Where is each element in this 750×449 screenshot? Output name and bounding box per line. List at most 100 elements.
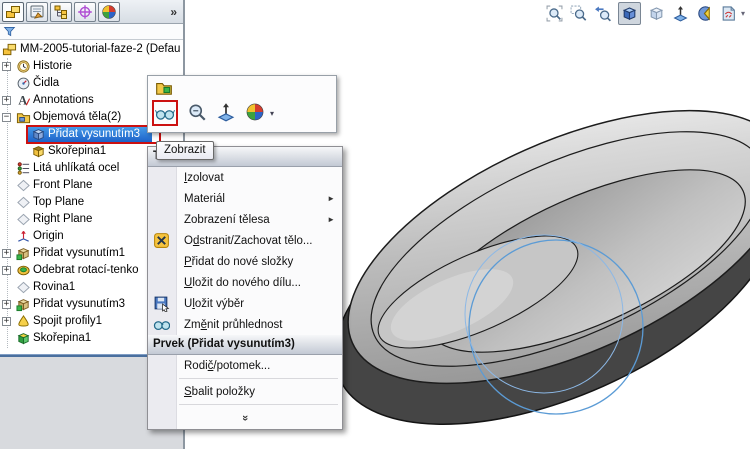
tree-item-label: Top Plane bbox=[33, 196, 85, 208]
menu-item[interactable]: Sbalit položky bbox=[148, 381, 342, 402]
menu-expand-chevron[interactable]: » bbox=[148, 407, 342, 429]
menu-item[interactable]: Odstranit/Zachovat tělo... bbox=[148, 230, 342, 251]
colorball-icon bbox=[245, 102, 265, 122]
tree-item-label: MM-2005-tutorial-faze-2 (Defau bbox=[20, 43, 181, 55]
menu-item-label: Přidat do nové složky bbox=[184, 255, 294, 268]
view-cube-icon bbox=[621, 5, 638, 22]
tree-item-label: Přidat vysunutím1 bbox=[33, 247, 126, 259]
normal-arrow-icon bbox=[216, 102, 236, 122]
menu-item[interactable]: Uložit výběr bbox=[148, 293, 342, 314]
zoom-to-area-button[interactable] bbox=[570, 5, 587, 22]
displaymanager-tab[interactable] bbox=[98, 1, 120, 22]
menu-item-label: Sbalit položky bbox=[184, 385, 255, 398]
menu-item-label: Změnit průhlednost bbox=[184, 318, 283, 331]
origin-icon bbox=[16, 229, 31, 244]
tree-item-label: Odebrat rotací-tenko bbox=[33, 264, 139, 276]
red-highlight-box bbox=[26, 125, 161, 144]
tooltip: Zobrazit bbox=[156, 141, 214, 160]
zoom-to-fit-button[interactable] bbox=[546, 5, 563, 22]
menu-item-label: Odstranit/Zachovat tělo... bbox=[184, 234, 313, 247]
menu-item[interactable]: Uložit do nového dílu... bbox=[148, 272, 342, 293]
chevron-double-down-icon: » bbox=[239, 414, 251, 422]
configurationmanager-icon bbox=[53, 4, 69, 20]
menu-item[interactable]: Materiál ► bbox=[148, 188, 342, 209]
menu-item-label: Rodič/potomek... bbox=[184, 359, 271, 372]
part-tab-icon bbox=[5, 4, 21, 20]
boss-extrude-icon bbox=[16, 246, 31, 261]
appearances-button[interactable] bbox=[245, 102, 265, 125]
zoom-to-selection-button[interactable] bbox=[187, 102, 207, 125]
menu-item[interactable]: Zobrazení tělesa ► bbox=[148, 209, 342, 230]
expand-icon[interactable]: + bbox=[2, 300, 11, 309]
material-icon bbox=[16, 161, 31, 176]
featuremanager-tab[interactable] bbox=[2, 1, 24, 22]
propertymanager-tab[interactable] bbox=[26, 1, 48, 22]
toolbar-caret[interactable]: ▾ bbox=[741, 9, 749, 18]
plane-icon bbox=[16, 280, 31, 295]
expand-icon[interactable]: + bbox=[2, 317, 11, 326]
menu-item-label: Zobrazení tělesa bbox=[184, 213, 270, 226]
menu-item-label: Izolovat bbox=[184, 171, 224, 184]
submenu-arrow-icon: ► bbox=[327, 215, 335, 224]
tree-root-item[interactable]: MM-2005-tutorial-faze-2 (Defau bbox=[0, 41, 183, 58]
add-folder-icon bbox=[155, 79, 173, 97]
chevron-down-icon[interactable]: ▾ bbox=[270, 109, 274, 118]
tree-item-label: Objemová těla(2) bbox=[33, 111, 122, 123]
tabbar-overflow-button[interactable]: » bbox=[170, 5, 177, 19]
view-orientation-button[interactable] bbox=[618, 2, 641, 25]
glasses-icon bbox=[155, 103, 175, 123]
history-icon bbox=[16, 59, 31, 74]
menu-separator bbox=[179, 404, 338, 405]
plane-icon bbox=[16, 178, 31, 193]
expand-icon[interactable]: + bbox=[2, 62, 11, 71]
submenu-arrow-icon: ► bbox=[327, 194, 335, 203]
menu-item[interactable]: Přidat do nové složky bbox=[148, 251, 342, 272]
menu-item[interactable]: Izolovat bbox=[148, 167, 342, 188]
menu-item-label: Uložit do nového dílu... bbox=[184, 276, 301, 289]
sensors-icon bbox=[16, 76, 31, 91]
tree-item-label: Historie bbox=[33, 60, 72, 72]
filter-icon bbox=[3, 25, 16, 38]
tree-filter-bar[interactable] bbox=[0, 24, 183, 40]
normal-to-button[interactable] bbox=[216, 102, 236, 125]
configurationmanager-tab[interactable] bbox=[50, 1, 72, 22]
tree-item-label: Skořepina1 bbox=[48, 145, 107, 157]
save-selection-icon bbox=[153, 295, 170, 312]
collapse-icon[interactable]: − bbox=[2, 113, 11, 122]
normal-arrow-icon bbox=[672, 5, 689, 22]
display-style-button[interactable] bbox=[648, 5, 665, 22]
zoom-area-icon bbox=[570, 5, 587, 22]
hide-show-items-button[interactable] bbox=[720, 5, 737, 22]
expand-icon[interactable]: + bbox=[2, 266, 11, 275]
tree-item[interactable]: + Historie bbox=[0, 58, 183, 75]
featuremanager-tabbar: » bbox=[0, 0, 183, 24]
tree-item-label: Čidla bbox=[33, 77, 60, 89]
dimxpert-tab[interactable] bbox=[74, 1, 96, 22]
view-settings-button[interactable] bbox=[672, 5, 689, 22]
shell-yellow-icon bbox=[31, 144, 46, 159]
context-menu: TěloIzolovatMateriál►Zobrazení tělesa►Od… bbox=[147, 146, 343, 430]
heads-up-view-toolbar: ▾ bbox=[546, 2, 749, 25]
expand-icon[interactable]: + bbox=[2, 96, 11, 105]
display-style-icon bbox=[648, 5, 665, 22]
displaymanager-icon bbox=[101, 4, 117, 20]
propertymanager-icon bbox=[29, 4, 45, 20]
loft-icon bbox=[16, 314, 31, 329]
menu-item[interactable]: Rodič/potomek... bbox=[148, 355, 342, 376]
boss-extrude-icon bbox=[16, 297, 31, 312]
tree-item-label: Right Plane bbox=[33, 213, 93, 225]
previous-view-button[interactable] bbox=[594, 5, 611, 22]
show-button[interactable] bbox=[152, 100, 178, 126]
section-view-button[interactable] bbox=[696, 5, 713, 22]
menu-item[interactable]: Změnit průhlednost bbox=[148, 314, 342, 335]
glasses-small-icon bbox=[153, 316, 170, 333]
delete-keep-icon bbox=[153, 232, 170, 249]
context-toolbar-row2: ▾ bbox=[152, 100, 274, 126]
menu-item-label: Uložit výběr bbox=[184, 297, 245, 310]
expand-icon[interactable]: + bbox=[2, 249, 11, 258]
add-to-new-folder-button[interactable] bbox=[155, 79, 173, 100]
shell-green-icon bbox=[16, 331, 31, 346]
tree-item-label: Front Plane bbox=[33, 179, 93, 191]
tree-item-label: Spojit profily1 bbox=[33, 315, 103, 327]
section-view-icon bbox=[696, 5, 713, 22]
